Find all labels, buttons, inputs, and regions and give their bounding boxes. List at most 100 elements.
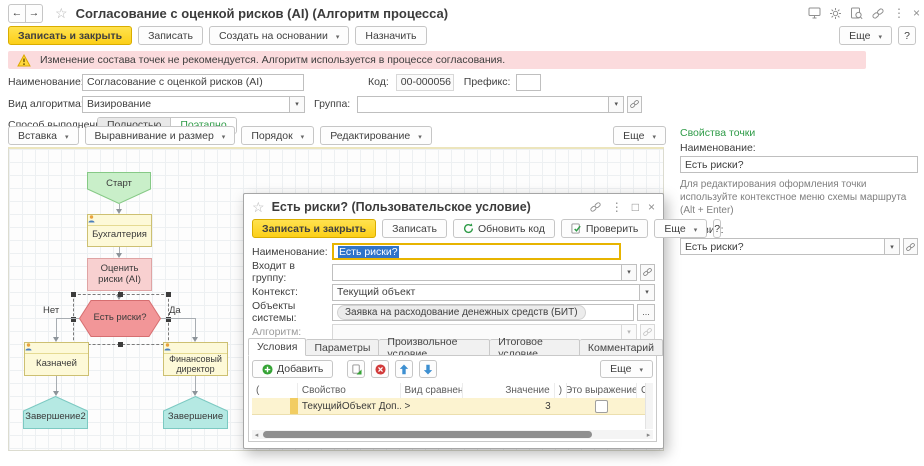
dialog-context-select[interactable]: Текущий объект	[332, 284, 640, 301]
selection-handle[interactable]	[71, 292, 76, 297]
selection-handle[interactable]	[166, 292, 171, 297]
monitor-icon[interactable]	[808, 7, 821, 19]
save-button[interactable]: Записать	[138, 26, 203, 45]
tab-conditions[interactable]: Условия	[248, 338, 306, 356]
prop-name-field[interactable]: Есть риски?	[680, 156, 918, 173]
favorite-star-icon[interactable]: ☆	[55, 5, 68, 22]
scroll-left-icon[interactable]: ◂	[252, 431, 261, 439]
dialog-context-caret-icon[interactable]: ▾	[640, 284, 655, 301]
selection-handle[interactable]	[118, 292, 123, 297]
window-more-button[interactable]: Еще	[839, 26, 892, 45]
align-size-button[interactable]: Выравнивание и размер	[85, 126, 236, 145]
dialog-maximize-icon[interactable]: □	[632, 201, 639, 213]
action-bar: Записать и закрыть Записать Создать на о…	[8, 26, 916, 45]
group-dropdown-caret-icon[interactable]: ▾	[609, 96, 624, 113]
tab-comment[interactable]: Комментарий	[580, 339, 663, 356]
dialog-context-label: Контекст:	[252, 286, 332, 298]
dialog-more-button[interactable]: Еще	[654, 219, 707, 238]
node-treasurer[interactable]: Казначей	[24, 342, 89, 376]
dialog-save-button[interactable]: Записать	[382, 219, 447, 238]
dialog-kebab-menu-icon[interactable]: ⋮	[611, 201, 623, 213]
kebab-menu-icon[interactable]: ⋮	[893, 7, 905, 19]
group-open-link-icon[interactable]	[627, 96, 642, 113]
delete-row-button[interactable]	[371, 360, 389, 378]
insert-button[interactable]: Вставка	[8, 126, 79, 145]
dialog-help-button[interactable]: ?	[713, 219, 721, 238]
dialog-close-icon[interactable]: ×	[648, 201, 655, 213]
move-down-button[interactable]	[419, 360, 437, 378]
close-icon[interactable]: ×	[913, 7, 920, 19]
create-from-button[interactable]: Создать на основании	[209, 26, 349, 45]
condition-open-link-icon[interactable]	[903, 238, 918, 255]
assign-button[interactable]: Назначить	[355, 26, 426, 45]
selection-handle[interactable]	[118, 342, 123, 347]
table-row[interactable]: ТекущийОбъект Доп... > 3	[252, 398, 645, 415]
horizontal-scrollbar[interactable]: ◂ ▸	[252, 430, 653, 439]
tab-custom-condition[interactable]: Произвольное условие	[379, 339, 490, 356]
save-close-button[interactable]: Записать и закрыть	[8, 26, 132, 45]
dialog-check-button[interactable]: Проверить	[561, 219, 649, 238]
dialog-objects-ellipsis-button[interactable]: ...	[637, 304, 655, 321]
connector	[195, 318, 196, 337]
node-end2[interactable]: Завершение2	[23, 396, 88, 429]
col-property[interactable]: Свойство	[298, 383, 401, 398]
refresh-icon	[463, 223, 474, 234]
kind-dropdown-caret-icon[interactable]: ▾	[290, 96, 305, 113]
prop-condition-field[interactable]: Есть риски?	[680, 238, 885, 255]
order-button[interactable]: Порядок	[241, 126, 314, 145]
name-field[interactable]: Согласование с оценкой рисков (AI)	[82, 74, 304, 91]
node-accounting[interactable]: Бухгалтерия	[87, 214, 152, 247]
prop-name-label: Наименование:	[680, 142, 918, 154]
table-more-button[interactable]: Еще	[600, 360, 653, 378]
col-comparison[interactable]: Вид сравнения	[401, 383, 464, 398]
object-tag[interactable]: Заявка на расходование денежных средств …	[337, 305, 586, 320]
dialog-group-caret-icon[interactable]: ▾	[622, 264, 637, 281]
gear-icon[interactable]	[829, 7, 842, 20]
code-field[interactable]: 00-000056	[396, 74, 454, 91]
tab-final-condition[interactable]: Итоговое условие	[490, 339, 580, 356]
kind-select[interactable]: Визирование	[82, 96, 290, 113]
cell-property[interactable]: ТекущийОбъект Доп...	[298, 398, 401, 414]
warning-banner: Изменение состава точек не рекомендуется…	[8, 51, 866, 69]
dialog-name-field[interactable]: Есть риски?	[332, 243, 621, 260]
col-close-paren[interactable]: )	[555, 383, 567, 398]
help-button[interactable]: ?	[898, 26, 916, 45]
is-expression-checkbox[interactable]	[595, 400, 608, 413]
vertical-scrollbar[interactable]	[645, 383, 653, 429]
node-assess-risks[interactable]: Оценить риски (AI)	[87, 258, 152, 291]
scrollbar-thumb[interactable]	[263, 431, 592, 438]
scroll-right-icon[interactable]: ▸	[644, 431, 653, 439]
move-up-button[interactable]	[395, 360, 413, 378]
cell-comparison[interactable]: >	[401, 398, 464, 414]
col-open-paren[interactable]: (	[252, 383, 298, 398]
dialog-refresh-code-button[interactable]: Обновить код	[453, 219, 555, 238]
dialog-group-link-icon[interactable]	[640, 264, 655, 281]
dialog-objects-field[interactable]: Заявка на расходование денежных средств …	[332, 304, 634, 321]
link-icon[interactable]	[871, 7, 885, 20]
node-end[interactable]: Завершение	[163, 396, 228, 429]
copy-row-button[interactable]	[347, 360, 365, 378]
group-field[interactable]	[357, 96, 609, 113]
prefix-field[interactable]	[516, 74, 541, 91]
dialog-link-icon[interactable]	[589, 201, 602, 213]
cell-value[interactable]: 3	[463, 398, 554, 414]
nav-back-button[interactable]: ←	[8, 4, 26, 23]
tab-parameters[interactable]: Параметры	[306, 339, 379, 356]
nav-forward-button[interactable]: →	[25, 4, 43, 23]
dialog-save-close-button[interactable]: Записать и закрыть	[252, 219, 376, 238]
dialog-tabs: Условия Параметры Произвольное условие И…	[248, 338, 663, 356]
edit-button[interactable]: Редактирование	[320, 126, 432, 145]
col-value[interactable]: Значение	[463, 383, 554, 398]
node-start[interactable]: Старт	[87, 172, 151, 204]
dialog-group-field[interactable]	[332, 264, 622, 281]
search-document-icon[interactable]	[850, 7, 863, 20]
prefix-label: Префикс:	[464, 76, 511, 88]
col-is-expression[interactable]: Это выражение	[567, 383, 637, 398]
node-cfo[interactable]: Финансовый директор	[163, 342, 228, 376]
add-row-button[interactable]: Добавить	[252, 360, 333, 378]
condition-dropdown-caret-icon[interactable]: ▾	[885, 238, 900, 255]
node-condition[interactable]: Есть риски?	[79, 300, 161, 337]
diagram-more-button[interactable]: Еще	[613, 126, 666, 145]
col-join[interactable]: Объединение с	[637, 383, 645, 398]
dialog-favorite-star-icon[interactable]: ☆	[252, 199, 265, 216]
